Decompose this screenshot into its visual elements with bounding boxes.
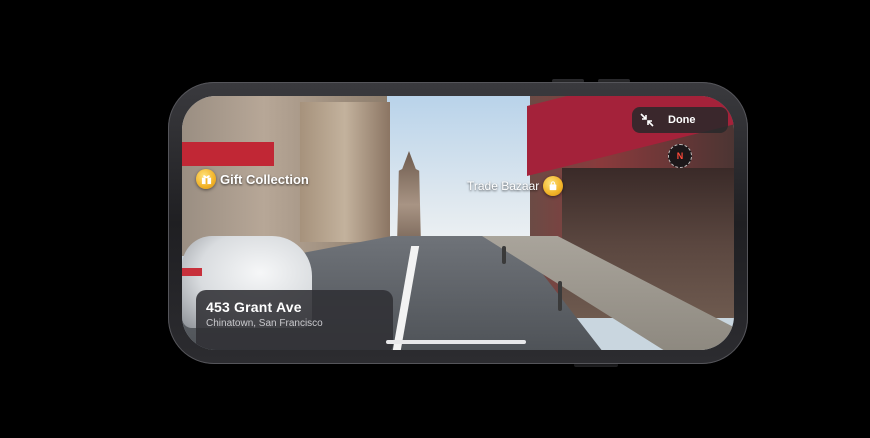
bollard bbox=[502, 246, 506, 264]
shopping-bag-icon bbox=[543, 176, 564, 196]
compass-icon[interactable]: N bbox=[668, 144, 692, 168]
poi-gift-collection[interactable]: Gift Collection bbox=[196, 169, 309, 189]
done-label: Done bbox=[668, 114, 696, 126]
bollard bbox=[558, 281, 562, 311]
poi-trade-bazaar[interactable]: Trade Bazaar bbox=[467, 176, 564, 196]
poi-label: Gift Collection bbox=[220, 171, 309, 187]
poi-label: Trade Bazaar bbox=[467, 179, 540, 193]
sky bbox=[372, 96, 532, 246]
home-indicator[interactable] bbox=[386, 340, 526, 344]
location-subtitle: Chinatown, San Francisco bbox=[206, 318, 323, 329]
building-left-far bbox=[300, 102, 390, 242]
car-taillight bbox=[182, 268, 202, 276]
storefront-awning-left bbox=[182, 142, 274, 166]
look-around-view[interactable]: Gift Collection Trade Bazaar Done N 453 … bbox=[182, 96, 734, 350]
location-card[interactable]: 453 Grant Ave Chinatown, San Francisco bbox=[196, 290, 393, 350]
done-button[interactable]: Done bbox=[632, 107, 728, 133]
gift-icon bbox=[196, 169, 216, 189]
compass-north-label: N bbox=[676, 151, 684, 161]
location-title: 453 Grant Ave bbox=[206, 299, 302, 315]
collapse-arrows-icon[interactable] bbox=[640, 113, 654, 127]
